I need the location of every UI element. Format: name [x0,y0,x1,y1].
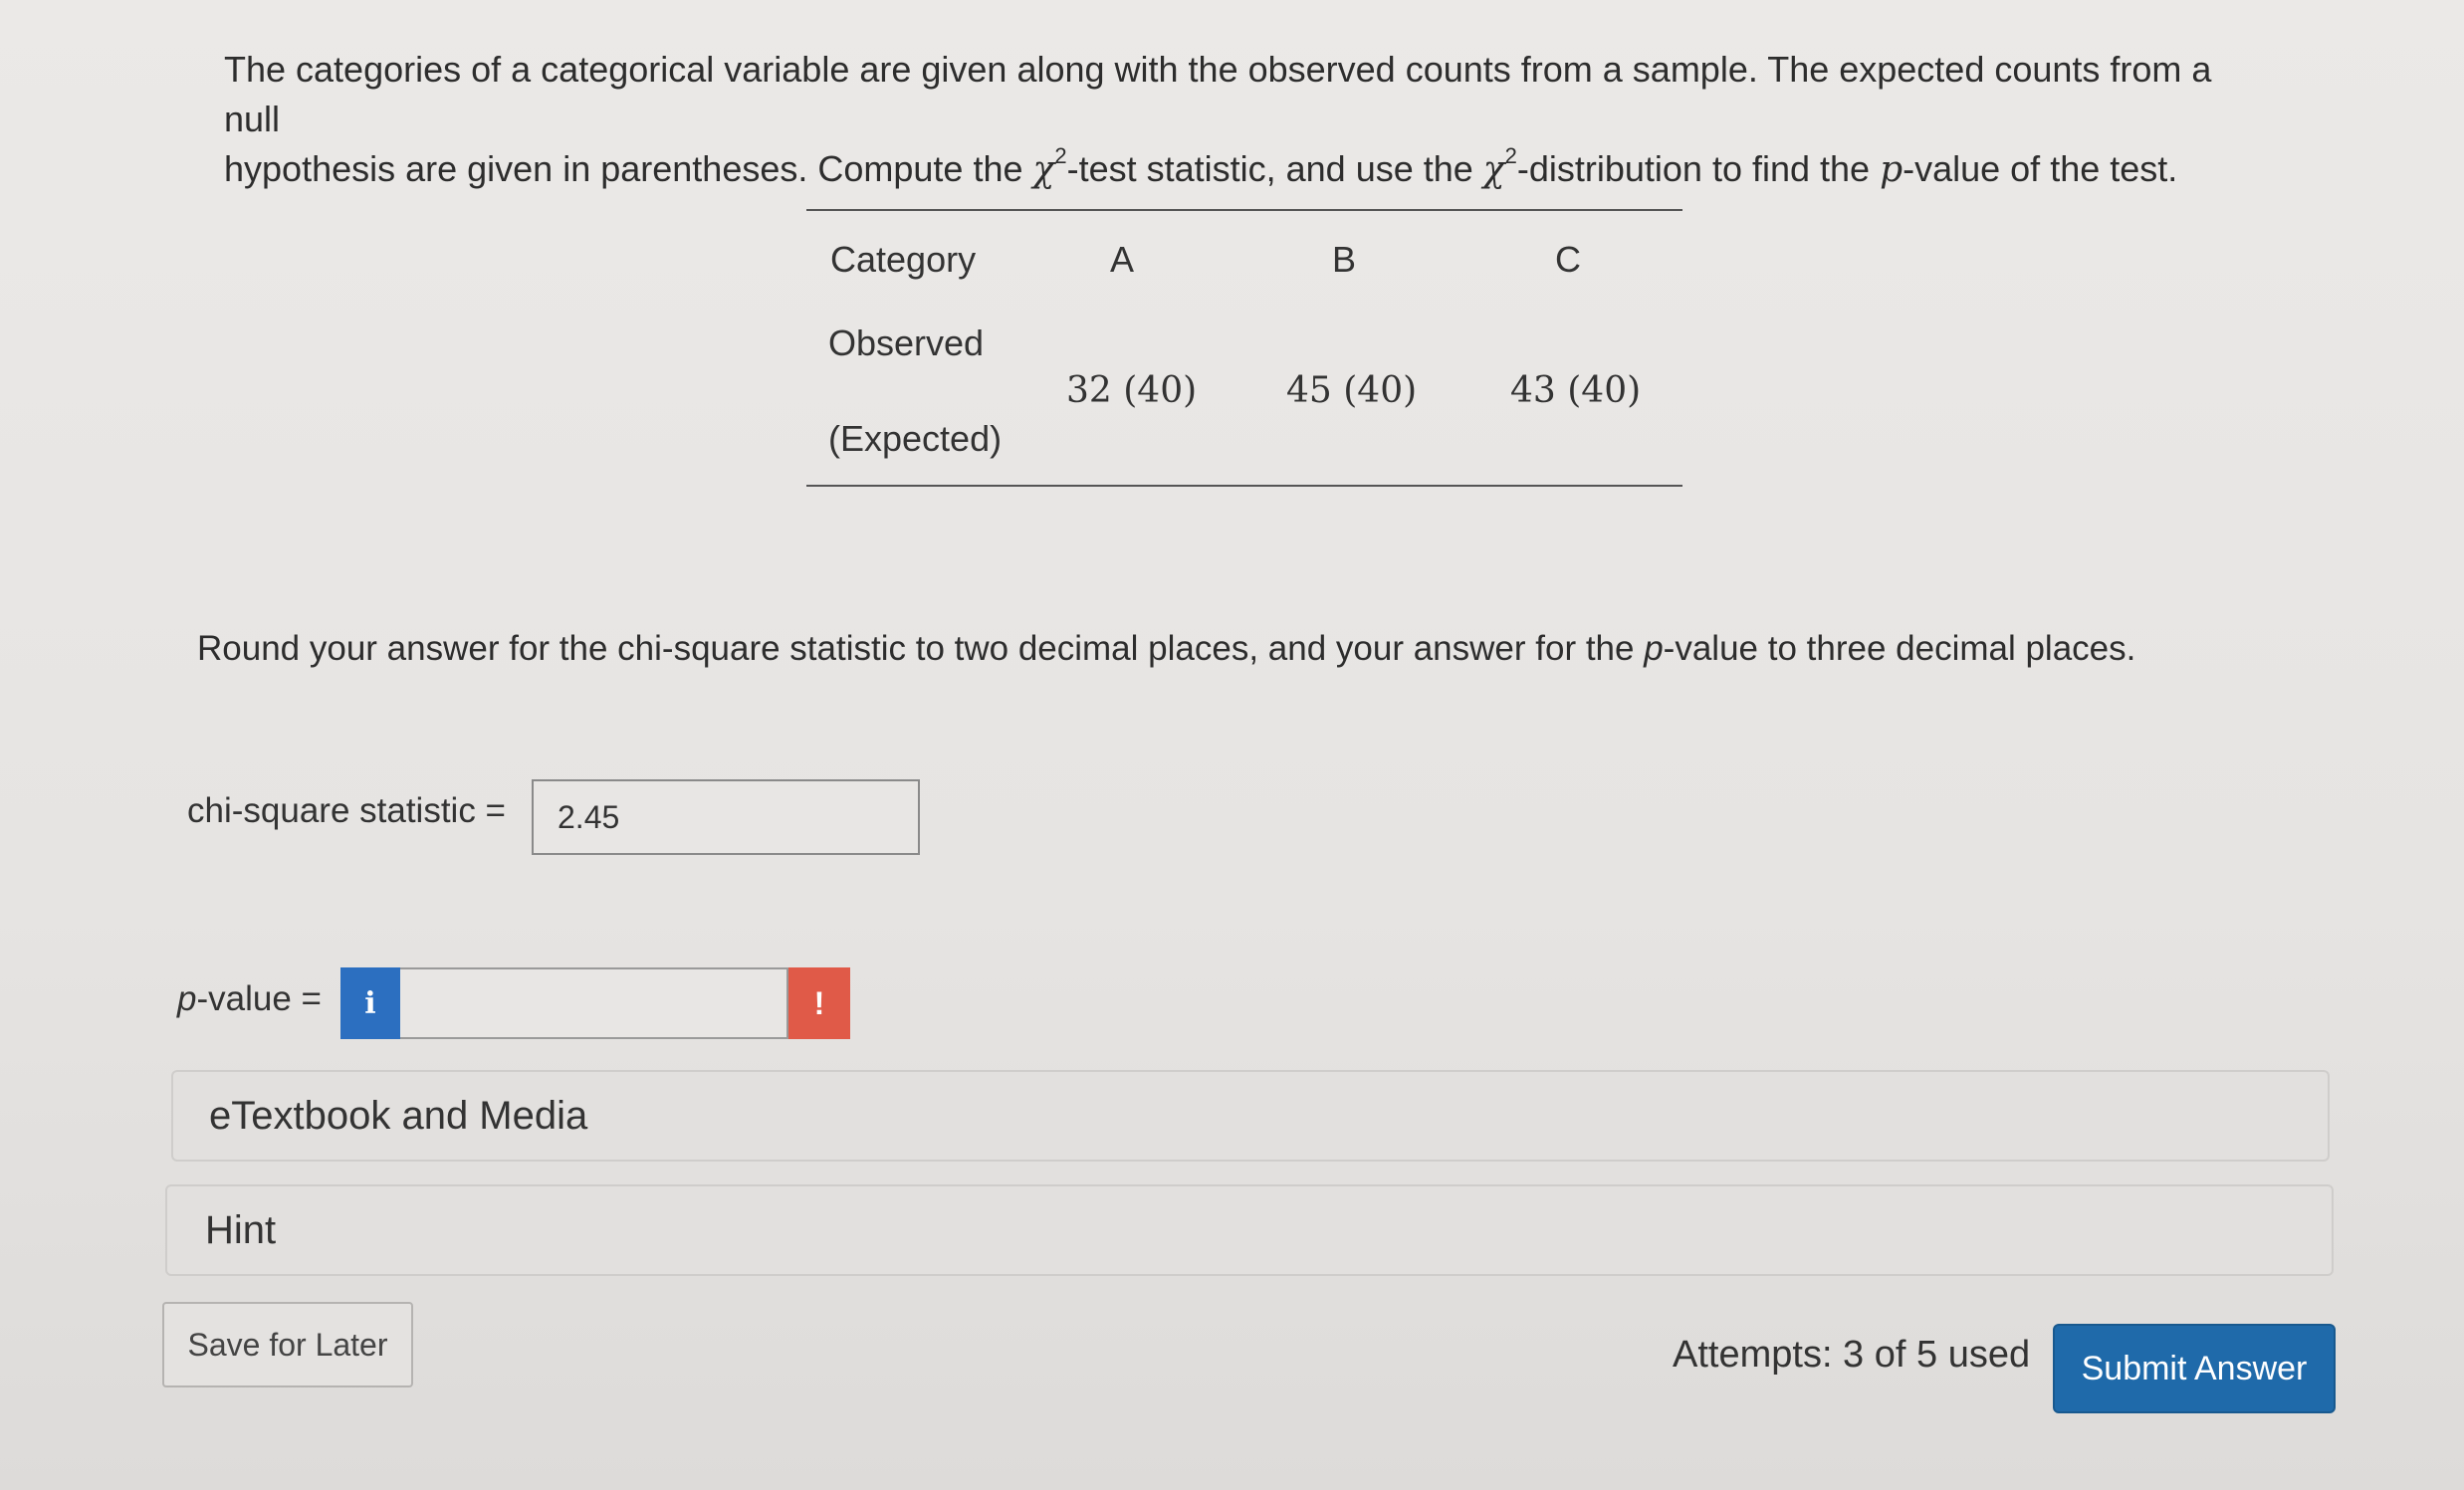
info-icon[interactable]: i [340,967,400,1039]
etextbook-label: eTextbook and Media [209,1093,588,1138]
table-header-category: Category [830,239,977,280]
hint-label: Hint [205,1207,277,1252]
chi-square-input[interactable]: 2.45 [532,779,920,855]
submit-answer-button[interactable]: Submit Answer [2053,1324,2336,1413]
etextbook-panel[interactable]: eTextbook and Media [171,1070,2330,1162]
question-text-part: -distribution to find the [1516,148,1881,189]
question-text: The categories of a categorical variable… [224,45,2215,195]
question-text-part: hypothesis are given in parentheses. Com… [224,148,1033,189]
superscript: 2 [1054,143,1067,168]
chi-symbol: χ [1482,149,1505,190]
hint-panel[interactable]: Hint [165,1184,2334,1276]
instruction-part: -value to three decimal places. [1663,629,2136,668]
attempts-counter: Attempts: 3 of 5 used [1673,1334,2031,1376]
pvalue-input[interactable] [400,967,788,1039]
chi-square-label: chi-square statistic = [187,791,506,830]
table-header-b: B [1332,239,1357,280]
question-text-part: -value of the test. [1903,148,2178,189]
instruction-part: Round your answer for the chi-square sta… [197,629,1645,668]
row-label-observed: Observed [828,322,985,363]
data-table: Category A B C Observed (Expected) 32 (4… [806,209,1682,487]
p-symbol: p [177,979,197,1018]
alert-icon[interactable]: ! [788,967,850,1039]
save-for-later-button[interactable]: Save for Later [162,1302,413,1387]
pvalue-label: p-value = [177,979,322,1019]
p-symbol: p [1644,629,1664,668]
question-line-2: hypothesis are given in parentheses. Com… [224,144,2215,195]
superscript: 2 [1504,143,1517,168]
question-text-part: -test statistic, and use the [1066,148,1483,189]
question-page: The categories of a categorical variable… [0,0,2464,1490]
table-header-c: C [1555,239,1581,280]
table-header-a: A [1110,239,1135,280]
row-label-expected: (Expected) [828,418,1003,459]
cell-a: 32 (40) [1066,370,1198,411]
question-line-1: The categories of a categorical variable… [224,49,2212,139]
pvalue-label-text: -value = [196,979,322,1018]
cell-b: 45 (40) [1286,370,1418,411]
rounding-instruction: Round your answer for the chi-square sta… [197,629,2135,669]
cell-c: 43 (40) [1510,370,1642,411]
chi-symbol: χ [1032,149,1055,190]
p-symbol: p [1880,149,1904,190]
